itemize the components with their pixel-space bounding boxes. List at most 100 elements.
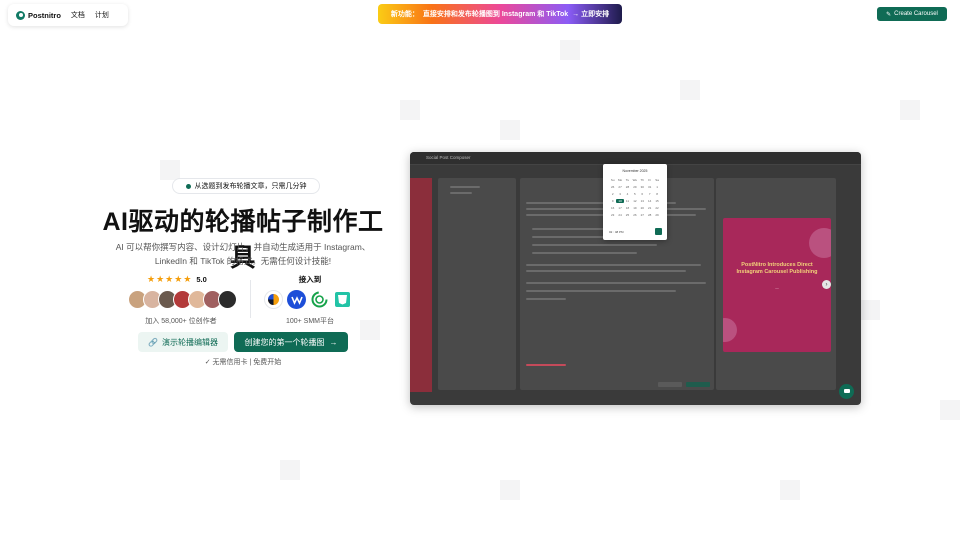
calendar-day[interactable]: 4 <box>624 192 631 196</box>
calendar-weekday: Su <box>610 178 615 182</box>
calendar-day[interactable]: 29 <box>631 185 638 189</box>
star-icon: ★ <box>183 274 192 284</box>
calendar-day[interactable]: 25 <box>624 213 631 217</box>
calendar-day[interactable]: 6 <box>639 192 646 196</box>
smm-count: 100+ SMM平台 <box>285 318 335 325</box>
platform-logo-icon <box>333 290 352 309</box>
preview-account-panel <box>438 178 516 390</box>
decor-circle <box>723 318 737 342</box>
chat-bubble-icon[interactable] <box>839 384 854 399</box>
calendar-day[interactable]: 8 <box>653 192 660 196</box>
footnote-text: 无需信用卡 | 免费开始 <box>212 359 282 366</box>
bg-square <box>780 480 800 500</box>
calendar-weekday: Fr <box>648 178 652 182</box>
star-icon: ★ <box>147 274 156 284</box>
bg-square <box>860 300 880 320</box>
logo[interactable]: Postnitro <box>16 10 61 20</box>
calendar-day[interactable]: 11 <box>624 199 631 203</box>
calendar-time[interactable]: 02 : 48 PM <box>609 230 624 234</box>
preview-slide: PostNitro Introduces Direct Instagram Ca… <box>723 218 831 352</box>
calendar-day[interactable]: 29 <box>653 213 660 217</box>
date-picker[interactable]: November 2025 Su Mo Tu We Th Fr Sa 26 27 28 29 30 31… <box>603 164 667 240</box>
dot-icon <box>185 183 191 189</box>
calendar-day[interactable]: 9 <box>609 199 616 203</box>
avatar <box>218 290 237 309</box>
calendar-day[interactable]: 12 <box>631 199 638 203</box>
calendar-day[interactable]: 16 <box>609 206 616 210</box>
top-nav: Postnitro 文档 计划 <box>8 4 128 26</box>
calendar-day[interactable]: 31 <box>646 185 653 189</box>
preview-line <box>526 264 701 266</box>
preview-line <box>450 186 480 188</box>
calendar-day[interactable]: 24 <box>616 213 623 217</box>
calendar-confirm-button[interactable] <box>655 228 662 235</box>
platform-logo-icon <box>287 290 306 309</box>
calendar-weekday: We <box>632 178 638 182</box>
nav-pricing[interactable]: 计划 <box>95 10 109 20</box>
bg-square <box>560 40 580 60</box>
calendar-day[interactable]: 20 <box>639 206 646 210</box>
platform-logo-icon <box>264 290 283 309</box>
calendar-day[interactable]: 19 <box>631 206 638 210</box>
calendar-day[interactable]: 27 <box>639 213 646 217</box>
announcement-banner[interactable]: 新功能： 直接安排和发布轮播图到 Instagram 和 TikTok → 立即… <box>378 4 622 24</box>
logo-icon <box>16 10 25 20</box>
preview-slide-title: PostNitro Introduces Direct Instagram Ca… <box>736 262 818 275</box>
calendar-day[interactable]: 23 <box>609 213 616 217</box>
creator-avatars <box>128 290 237 309</box>
decor-circle <box>809 228 831 258</box>
calendar-weekday: Mo <box>618 178 623 182</box>
bg-square <box>500 480 520 500</box>
calendar-day[interactable]: 14 <box>646 199 653 203</box>
calendar-day[interactable]: 26 <box>631 213 638 217</box>
platform-logos <box>264 290 352 309</box>
calendar-day[interactable]: 1 <box>653 185 660 189</box>
calendar-grid[interactable]: Su Mo Tu We Th Fr Sa 26 27 28 29 30 31 1 2 3 4 5 6 7 8 9 10 11 1… <box>609 178 661 217</box>
calendar-day[interactable]: 26 <box>609 185 616 189</box>
integrated-label: 接入到 <box>298 275 322 284</box>
calendar-day[interactable]: 13 <box>639 199 646 203</box>
bg-square <box>500 120 520 140</box>
chevron-right-icon[interactable]: › <box>822 280 831 289</box>
calendar-day[interactable]: 3 <box>616 192 623 196</box>
calendar-day[interactable]: 30 <box>639 185 646 189</box>
wand-icon: ✎ <box>886 11 892 18</box>
preview-title: Social Post Composer <box>426 155 471 160</box>
create-carousel-button[interactable]: ✎ Create Carousel <box>877 7 947 21</box>
star-icon: ★ <box>165 274 174 284</box>
calendar-month: November 2025 <box>622 169 648 173</box>
logo-text: Postnitro <box>28 10 61 20</box>
preview-line <box>526 298 566 300</box>
star-icon: ★ <box>174 274 183 284</box>
rating-stars: ★ ★ ★ ★ ★ 5.0 <box>147 274 207 285</box>
calendar-day[interactable]: 22 <box>653 206 660 210</box>
calendar-day[interactable]: 28 <box>624 185 631 189</box>
calendar-day[interactable]: 7 <box>646 192 653 196</box>
calendar-day[interactable]: 27 <box>616 185 623 189</box>
editor-preview[interactable]: Social Post Composer PostNitro Introduce… <box>410 152 861 405</box>
create-carousel-label: Create Carousel <box>894 11 938 17</box>
bg-square <box>940 400 960 420</box>
announcement-text: 直接安排和发布轮播图到 Instagram 和 TikTok <box>422 11 569 18</box>
demo-editor-button[interactable]: 🔗 演示轮播编辑器 <box>138 332 228 352</box>
calendar-day[interactable]: 21 <box>646 206 653 210</box>
calendar-day[interactable]: 18 <box>624 206 631 210</box>
demo-editor-label: 演示轮播编辑器 <box>161 337 218 347</box>
calendar-day[interactable]: 28 <box>646 213 653 217</box>
nav-docs[interactable]: 文档 <box>71 10 85 20</box>
preview-button <box>658 382 682 387</box>
preview-sidebar <box>410 178 432 392</box>
rating-value: 5.0 <box>196 275 207 284</box>
bg-square <box>360 320 380 340</box>
create-first-carousel-button[interactable]: 创建您的第一个轮播图 → <box>234 332 348 352</box>
calendar-day[interactable]: 5 <box>631 192 638 196</box>
calendar-day[interactable]: 17 <box>616 206 623 210</box>
preview-button <box>686 382 710 387</box>
calendar-day[interactable]: 2 <box>609 192 616 196</box>
calendar-day[interactable]: 10 <box>616 199 624 203</box>
calendar-weekday: Sa <box>655 178 659 182</box>
calendar-day[interactable]: 15 <box>653 199 660 203</box>
announcement-cta[interactable]: → 立即安排 <box>572 9 609 19</box>
footnote: ✓ 无需信用卡 | 免费开始 <box>190 357 296 367</box>
star-icon: ★ <box>156 274 165 284</box>
